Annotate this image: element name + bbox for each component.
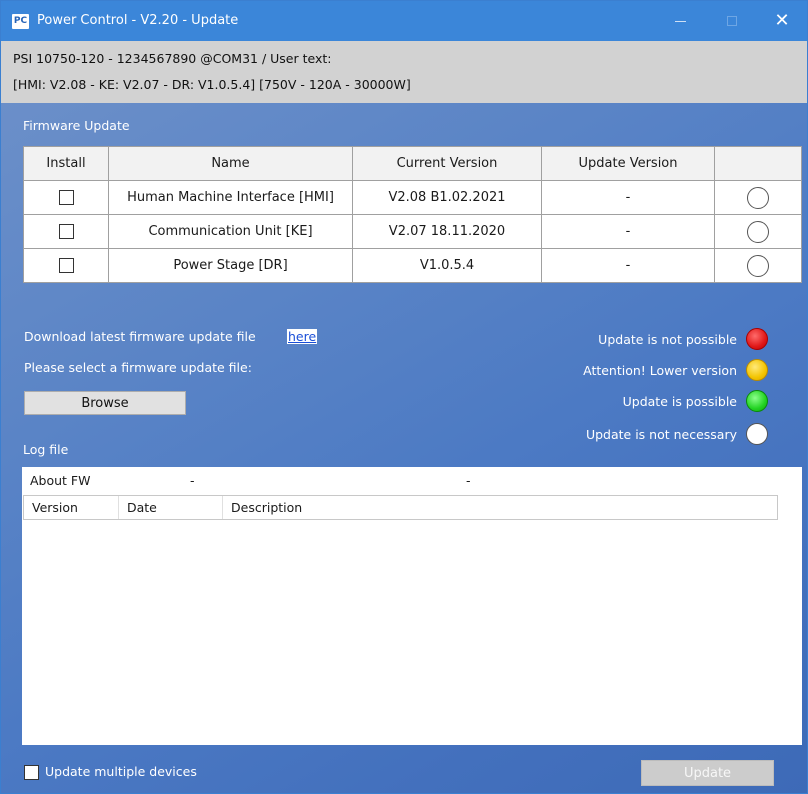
current-version: V2.07 18.11.2020 — [352, 214, 542, 249]
update-window: PC Power Control - V2.20 - Update ✕ PSI … — [0, 0, 808, 794]
legend-label: Update is not possible — [598, 331, 737, 347]
status-cell — [714, 180, 802, 215]
download-here-link[interactable]: here — [287, 329, 318, 344]
close-button[interactable]: ✕ — [759, 1, 805, 41]
red-status-icon — [746, 328, 768, 350]
select-file-text: Please select a firmware update file: — [24, 360, 252, 375]
window-title: Power Control - V2.20 - Update — [37, 13, 239, 28]
legend-lower-version: Attention! Lower version — [583, 359, 737, 381]
column-header-current-version: Current Version — [352, 146, 542, 181]
firmware-table-header: Install Name Current Version Update Vers… — [23, 146, 802, 181]
column-header-update-version: Update Version — [541, 146, 715, 181]
install-checkbox-ke[interactable] — [58, 224, 74, 239]
browse-button[interactable]: Browse — [24, 391, 186, 415]
title-bar[interactable]: PC Power Control - V2.20 - Update ✕ — [1, 1, 807, 41]
log-column-description[interactable]: Description — [223, 496, 777, 519]
current-version: V1.0.5.4 — [352, 248, 542, 283]
minimize-icon — [674, 20, 686, 22]
install-checkbox-dr[interactable] — [58, 258, 74, 273]
table-row: Human Machine Interface [HMI] V2.08 B1.0… — [23, 180, 802, 215]
log-table-header: Version Date Description — [23, 495, 778, 520]
yellow-status-icon — [746, 359, 768, 381]
table-row: Communication Unit [KE] V2.07 18.11.2020… — [23, 214, 802, 249]
current-version: V2.08 B1.02.2021 — [352, 180, 542, 215]
device-info-line1: PSI 10750-120 - 1234567890 @COM31 / User… — [13, 51, 332, 66]
legend-not-necessary: Update is not necessary — [586, 423, 737, 445]
update-multiple-label: Update multiple devices — [45, 764, 197, 779]
minimize-button[interactable] — [657, 1, 703, 41]
status-indicator-icon — [747, 220, 769, 243]
column-header-status — [714, 146, 802, 181]
status-cell — [714, 214, 802, 249]
device-info-bar: PSI 10750-120 - 1234567890 @COM31 / User… — [1, 41, 807, 103]
update-button[interactable]: Update — [641, 760, 774, 786]
install-checkbox-hmi[interactable] — [58, 190, 74, 205]
legend-label: Attention! Lower version — [583, 362, 737, 378]
log-panel: About FW - - Version Date Description — [22, 467, 802, 745]
green-status-icon — [746, 390, 768, 412]
update-version: - — [541, 248, 715, 283]
install-cell — [23, 180, 109, 215]
status-indicator-icon — [747, 254, 769, 277]
firmware-table: Install Name Current Version Update Vers… — [23, 146, 802, 283]
legend-not-possible: Update is not possible — [598, 328, 737, 350]
component-name: Human Machine Interface [HMI] — [108, 180, 353, 215]
status-cell — [714, 248, 802, 283]
update-multiple-checkbox[interactable] — [24, 765, 39, 780]
device-info-line2: [HMI: V2.08 - KE: V2.07 - DR: V1.0.5.4] … — [13, 77, 411, 92]
legend-label: Update is possible — [622, 393, 737, 409]
update-version: - — [541, 180, 715, 215]
log-file-label: Log file — [23, 442, 69, 457]
download-text: Download latest firmware update file — [24, 329, 256, 344]
component-name: Communication Unit [KE] — [108, 214, 353, 249]
status-indicator-icon — [747, 186, 769, 209]
app-logo-icon: PC — [12, 14, 29, 29]
about-fw-value-2: - — [466, 473, 471, 488]
maximize-icon — [727, 16, 737, 26]
close-icon: ✕ — [774, 10, 790, 31]
install-cell — [23, 248, 109, 283]
install-cell — [23, 214, 109, 249]
table-row: Power Stage [DR] V1.0.5.4 - — [23, 248, 802, 283]
legend-label: Update is not necessary — [585, 426, 737, 442]
column-header-install: Install — [23, 146, 109, 181]
log-column-version[interactable]: Version — [24, 496, 119, 519]
column-header-name: Name — [108, 146, 353, 181]
legend-possible: Update is possible — [623, 390, 737, 412]
about-fw-value-1: - — [190, 473, 195, 488]
firmware-update-label: Firmware Update — [23, 118, 130, 133]
log-column-date[interactable]: Date — [119, 496, 223, 519]
update-version: - — [541, 214, 715, 249]
white-status-icon — [746, 423, 768, 445]
about-fw-label: About FW — [30, 473, 91, 488]
component-name: Power Stage [DR] — [108, 248, 353, 283]
main-panel: Firmware Update Install Name Current Ver… — [1, 103, 807, 793]
maximize-button[interactable] — [709, 1, 755, 41]
